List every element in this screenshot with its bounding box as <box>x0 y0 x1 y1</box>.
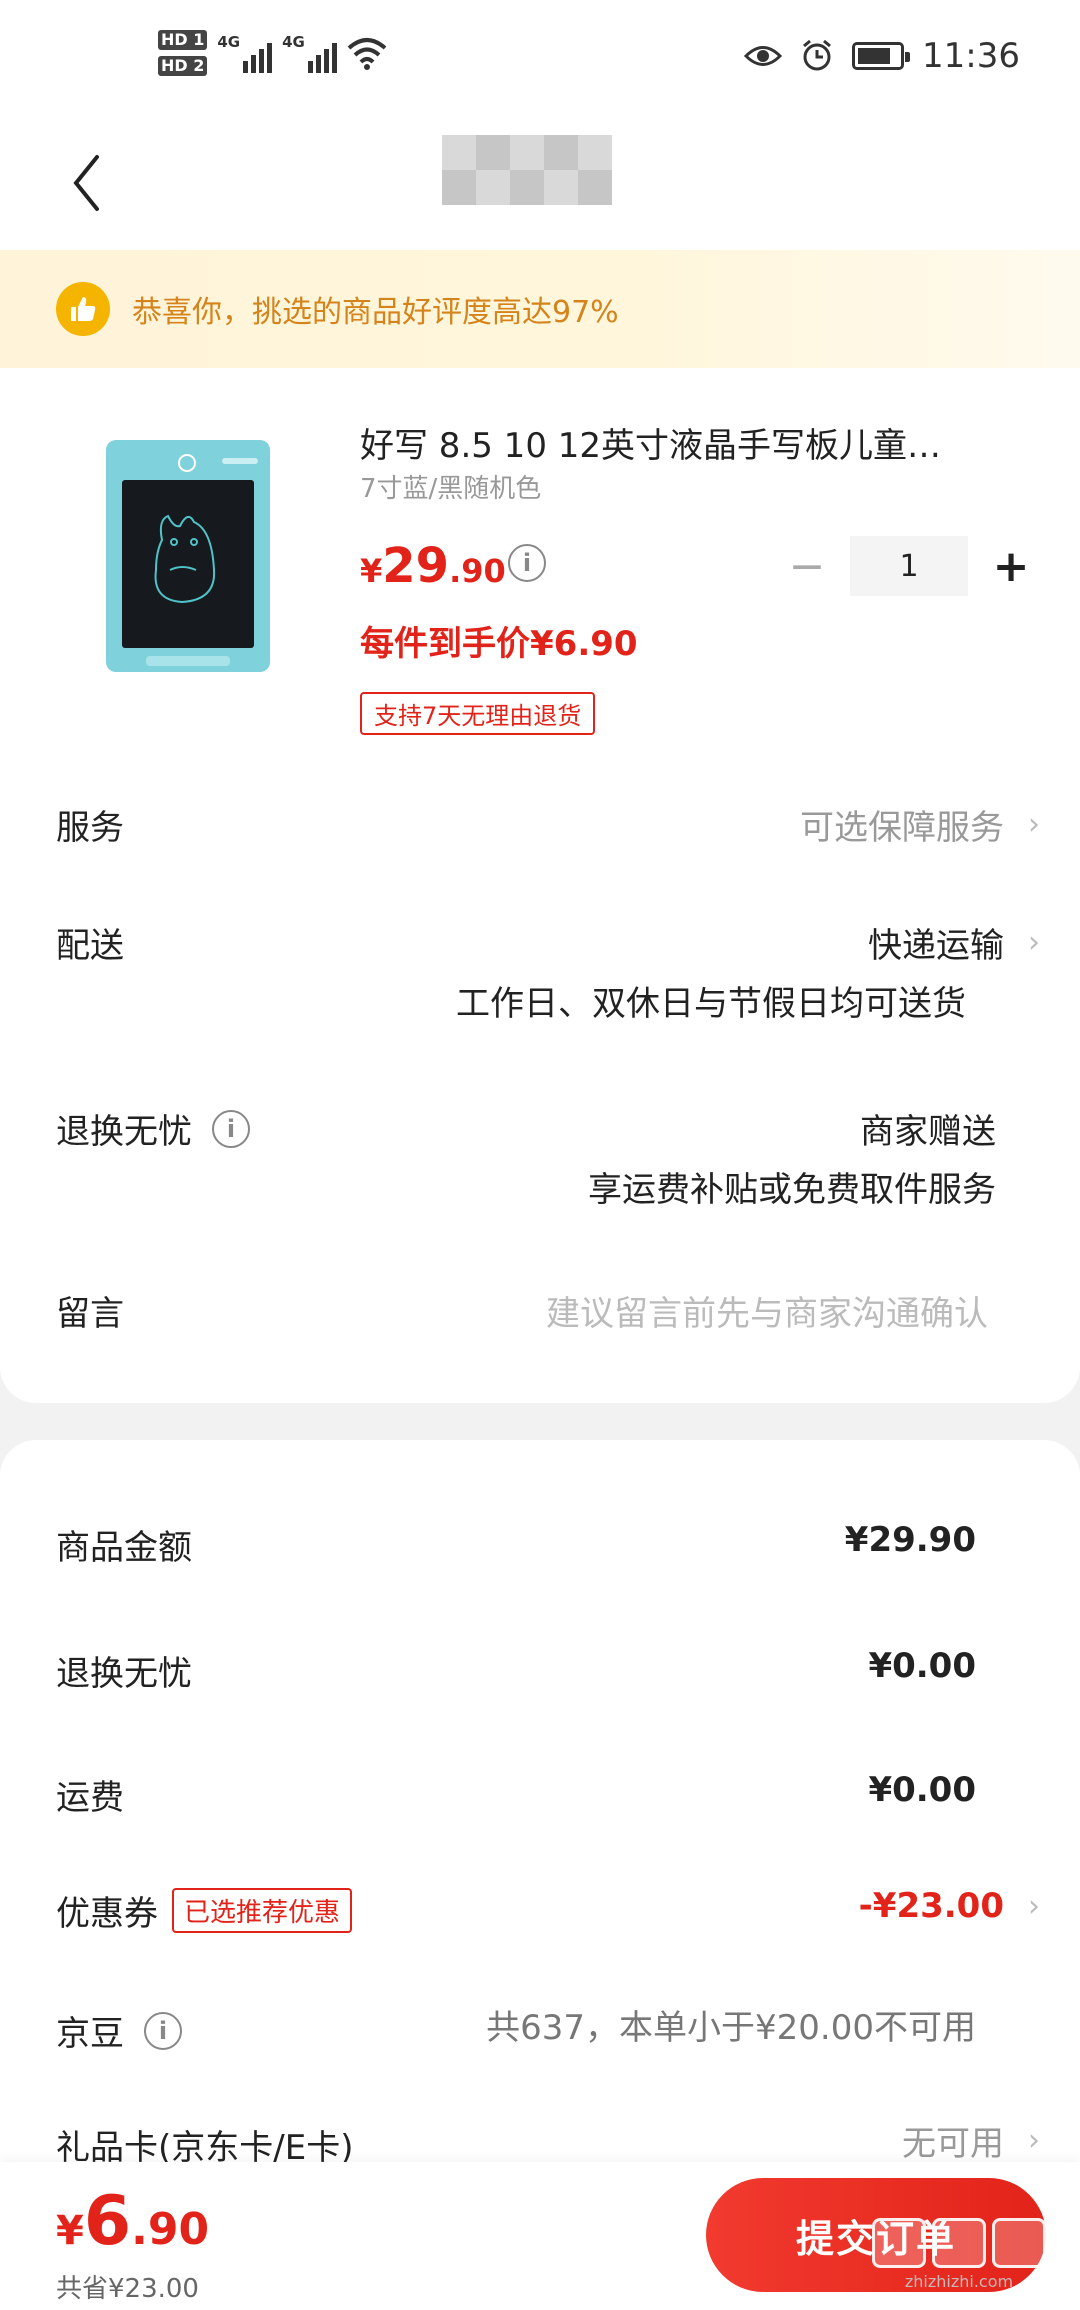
returns-info-icon[interactable]: i <box>212 1109 250 1148</box>
message-input[interactable]: 建议留言前先与商家沟通确认 <box>546 1286 988 1335</box>
coupon-value: -¥23.00 <box>858 1886 1004 1926</box>
returns-label-group: 退换无忧 i <box>56 1104 250 1153</box>
chevron-right-icon: › <box>1028 1888 1040 1924</box>
watermark-logo-icon <box>872 2218 1046 2268</box>
page-title-blurred <box>442 135 612 205</box>
delivery-row[interactable]: 快递运输 › <box>868 918 1040 967</box>
returns-subtext: 享运费补贴或免费取件服务 <box>588 1170 996 1210</box>
delivery-subtext: 工作日、双休日与节假日均可送货 <box>456 984 966 1024</box>
total-saved: 共省¥23.00 <box>56 2274 199 2304</box>
jingdou-label: 京豆 <box>56 2014 124 2054</box>
product-image[interactable] <box>106 440 270 672</box>
delivery-label: 配送 <box>56 926 124 966</box>
hd-badges: HD 1 HD 2 <box>158 30 208 76</box>
per-item-price: 每件到手价¥6.90 <box>360 624 638 664</box>
praise-banner: 恭喜你，挑选的商品好评度高达97% <box>0 250 1080 368</box>
order-card: 好写 8.5 10 12英寸液晶手写板儿童… 7寸蓝/黑随机色 ¥ 29 .90… <box>0 368 1080 1403</box>
returns-value: 商家赠送 <box>860 1112 996 1152</box>
chevron-right-icon: › <box>1028 925 1040 960</box>
delivery-value: 快递运输 <box>868 926 1004 966</box>
chevron-right-icon: › <box>1028 2123 1040 2158</box>
jingdou-value: 共637，本单小于¥20.00不可用 <box>486 2008 976 2048</box>
thumbs-up-icon <box>56 282 110 336</box>
coupon-label: 优惠券 <box>56 1894 158 1934</box>
signal-2-icon: 4G <box>282 33 337 73</box>
banner-text: 恭喜你，挑选的商品好评度高达97% <box>132 295 619 330</box>
shipping-label: 运费 <box>56 1778 124 1818</box>
battery-icon <box>852 42 911 70</box>
signal-1-icon: 4G <box>217 33 273 73</box>
coupon-row[interactable]: -¥23.00 › <box>859 1886 1040 1926</box>
wifi-icon <box>347 38 387 70</box>
hd2-badge: HD 2 <box>158 56 208 76</box>
alarm-icon <box>803 39 831 71</box>
jingdou-info-icon[interactable]: i <box>144 2011 182 2050</box>
giftcard-value: 无可用 <box>902 2124 1004 2164</box>
chevron-left-icon <box>73 155 99 211</box>
message-label: 留言 <box>56 1294 124 1334</box>
back-button[interactable] <box>56 148 116 218</box>
decrease-button[interactable]: − <box>786 536 828 596</box>
coupon-label-group: 优惠券 已选推荐优惠 <box>56 1886 353 1935</box>
signal-indicators: HD 1 HD 2 4G 4G <box>158 30 387 76</box>
coupon-tag: 已选推荐优惠 <box>172 1888 353 1933</box>
jingdou-label-group: 京豆 i <box>56 2006 182 2055</box>
status-bar: HD 1 HD 2 4G 4G 11:36 <box>0 0 1080 120</box>
watermark: zhizhizhi.com <box>872 2218 1046 2291</box>
product-spec[interactable]: 7寸蓝/黑随机色 <box>360 468 541 505</box>
goods-amount-label: 商品金额 <box>56 1528 192 1568</box>
goods-amount-value: ¥29.90 <box>844 1520 976 1560</box>
total-price: ¥ 6 .90 <box>56 2182 210 2261</box>
service-row[interactable]: 可选保障服务 › <box>800 800 1040 849</box>
service-value: 可选保障服务 <box>800 808 1004 848</box>
giftcard-row[interactable]: 无可用 › <box>902 2116 1040 2165</box>
quantity-value[interactable]: 1 <box>850 536 968 596</box>
clock: 11:36 <box>922 36 1020 76</box>
returns-label: 退换无忧 <box>56 1112 192 1152</box>
price-info-icon[interactable]: i <box>508 544 546 582</box>
chevron-right-icon: › <box>1028 807 1040 842</box>
service-label: 服务 <box>56 808 124 848</box>
eye-icon <box>744 46 783 66</box>
hd1-badge: HD 1 <box>158 30 208 50</box>
product-price: ¥ 29 .90 <box>360 538 506 594</box>
shipping-value: ¥0.00 <box>868 1770 976 1810</box>
returns-fee-value: ¥0.00 <box>868 1646 976 1686</box>
returns-fee-label: 退换无忧 <box>56 1654 192 1694</box>
product-title[interactable]: 好写 8.5 10 12英寸液晶手写板儿童… <box>360 418 1010 467</box>
increase-button[interactable]: + <box>990 536 1032 596</box>
status-right: 11:36 <box>744 36 1020 76</box>
quantity-stepper: − 1 + <box>786 536 1032 596</box>
return-policy-tag: 支持7天无理由退货 <box>360 692 596 735</box>
watermark-text: zhizhizhi.com <box>904 2272 1014 2291</box>
